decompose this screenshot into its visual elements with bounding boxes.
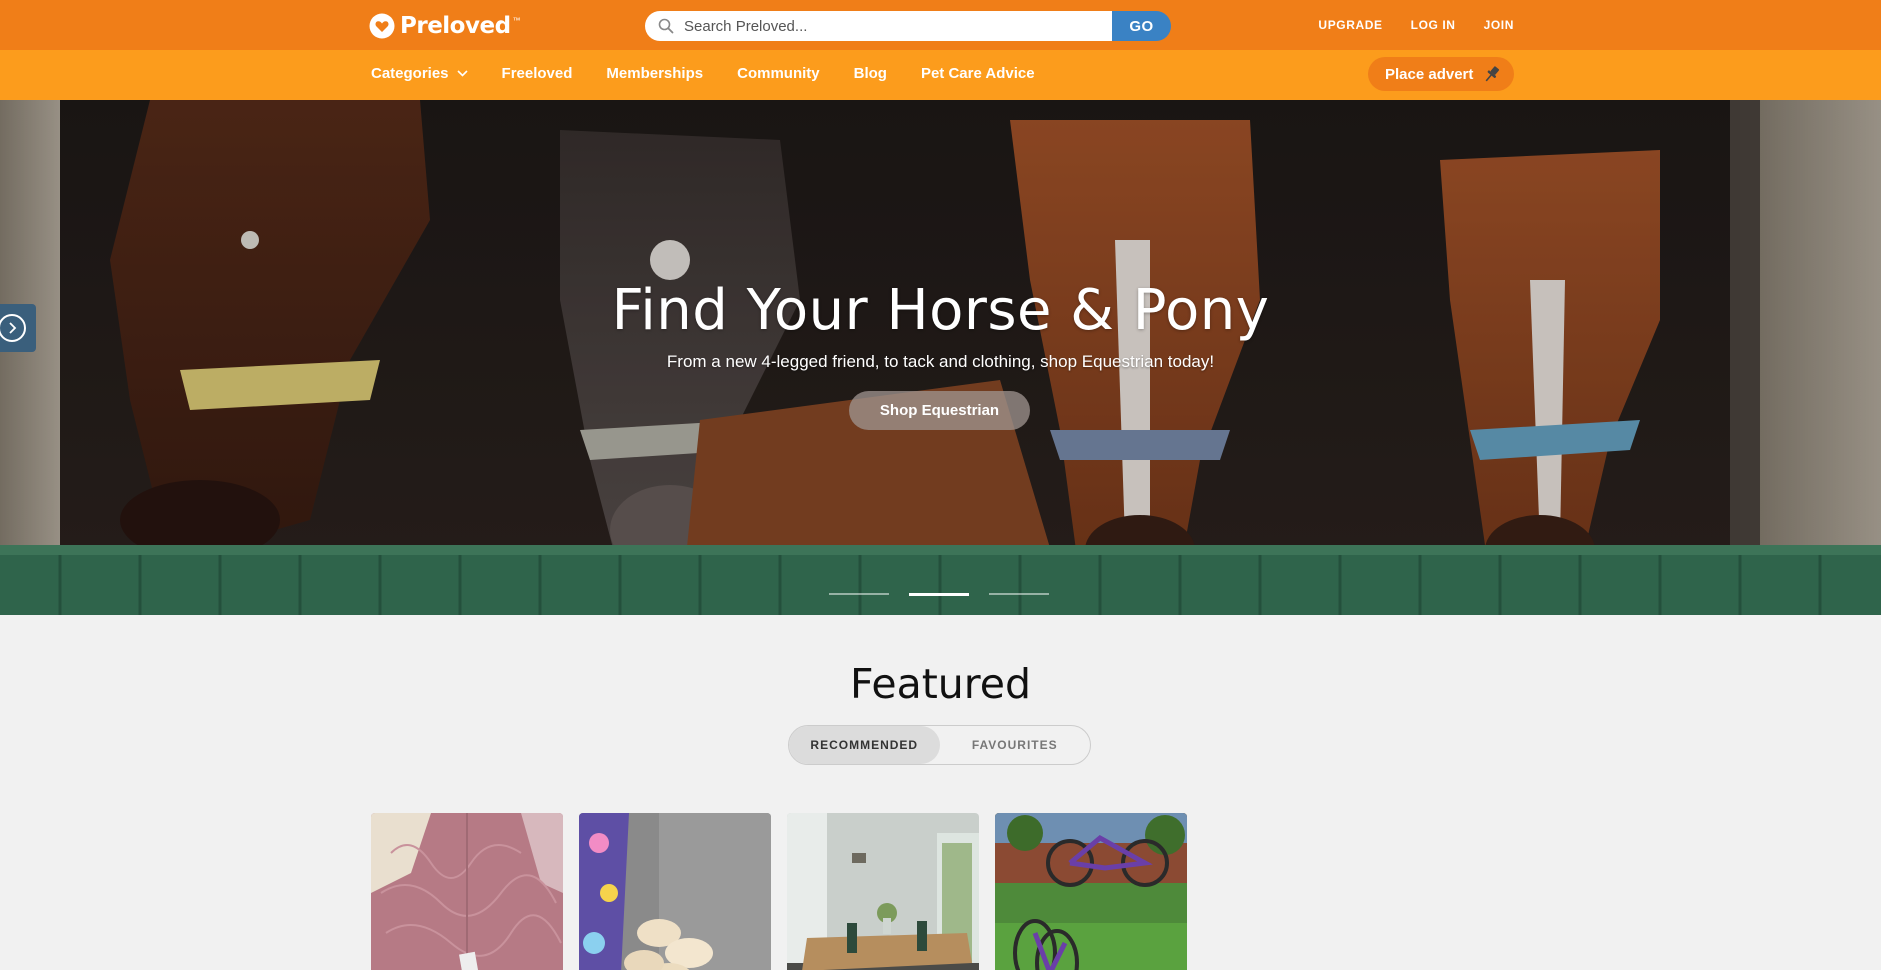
join-link[interactable]: JOIN <box>1484 18 1514 32</box>
place-advert-button[interactable]: Place advert <box>1368 57 1514 91</box>
search-icon <box>658 18 674 34</box>
nav-item-categories[interactable]: Categories <box>371 65 468 82</box>
carousel-dot-3[interactable] <box>989 593 1049 595</box>
logo-trademark: ™ <box>512 16 521 25</box>
shop-equestrian-button[interactable]: Shop Equestrian <box>849 391 1030 430</box>
pin-icon <box>1485 66 1500 82</box>
listing-image-bicycle <box>995 813 1187 970</box>
carousel-dot-1[interactable] <box>829 593 889 595</box>
listing-image-dining-table <box>787 813 979 970</box>
featured-heading: Featured <box>850 660 1031 708</box>
nav-items: Categories Freeloved Memberships Communi… <box>371 65 1069 82</box>
nav-item-pet-care-advice[interactable]: Pet Care Advice <box>921 65 1035 82</box>
place-advert-label: Place advert <box>1385 65 1474 83</box>
tab-recommended[interactable]: RECOMMENDED <box>789 726 940 764</box>
main-nav: Categories Freeloved Memberships Communi… <box>0 50 1881 100</box>
nav-item-memberships[interactable]: Memberships <box>606 65 703 82</box>
preloved-logo[interactable]: Preloved ™ <box>369 12 521 40</box>
search-go-button[interactable]: GO <box>1112 11 1171 41</box>
hero-title: Find Your Horse & Pony <box>611 278 1270 343</box>
featured-tabs: RECOMMENDED FAVOURITES <box>788 725 1091 765</box>
logo-text: Preloved <box>400 13 511 39</box>
account-links: UPGRADE LOG IN JOIN <box>1318 18 1514 32</box>
tab-favourites[interactable]: FAVOURITES <box>940 726 1091 764</box>
chevron-down-icon <box>456 70 468 77</box>
heart-logo-icon <box>369 13 395 39</box>
nav-item-label: Categories <box>371 65 449 82</box>
nav-item-community[interactable]: Community <box>737 65 820 82</box>
log-in-link[interactable]: LOG IN <box>1411 18 1456 32</box>
hero-banner: Find Your Horse & Pony From a new 4-legg… <box>0 100 1881 615</box>
listing-card[interactable] <box>995 813 1187 970</box>
top-header: Preloved ™ GO UPGRADE LOG IN JOIN <box>0 0 1881 50</box>
listing-card[interactable] <box>371 813 563 970</box>
carousel-dot-2[interactable] <box>909 593 969 596</box>
listing-card[interactable] <box>787 813 979 970</box>
listing-image-dress <box>371 813 563 970</box>
listing-card[interactable] <box>579 813 771 970</box>
search-bar: GO <box>645 11 1171 41</box>
hero-subtitle: From a new 4-legged friend, to tack and … <box>666 352 1215 371</box>
search-input[interactable] <box>645 11 1112 41</box>
upgrade-link[interactable]: UPGRADE <box>1318 18 1382 32</box>
nav-item-blog[interactable]: Blog <box>854 65 887 82</box>
listing-image-puppies <box>579 813 771 970</box>
featured-listings <box>371 813 1187 970</box>
nav-item-freeloved[interactable]: Freeloved <box>502 65 573 82</box>
carousel-indicators <box>829 593 1049 596</box>
